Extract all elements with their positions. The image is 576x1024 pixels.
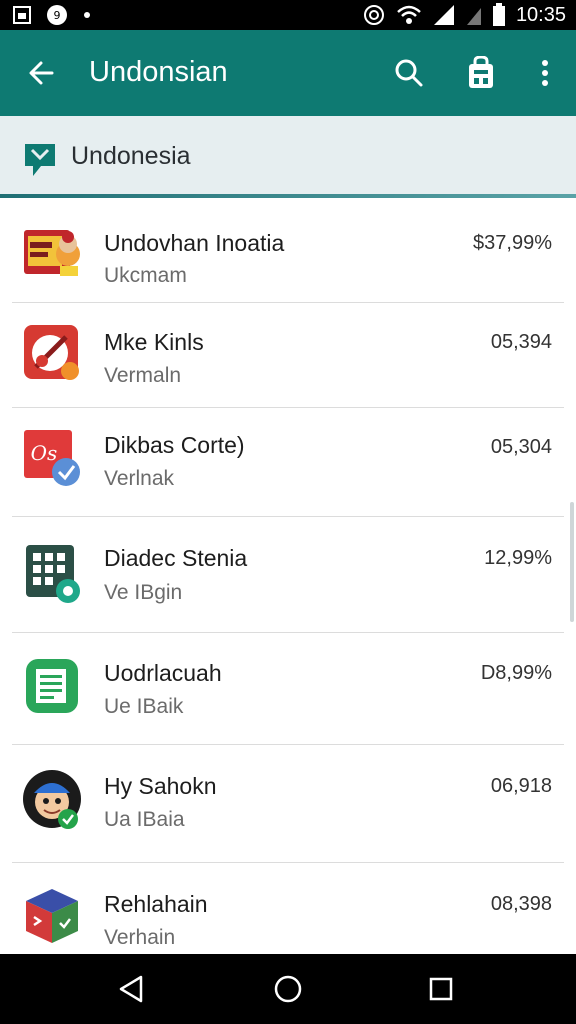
back-arrow-icon [29, 61, 54, 85]
category-title: Undonesia [71, 142, 191, 170]
list-item[interactable]: Rehlahain Verhain 08,398 [0, 863, 576, 954]
item-name: Uodrlacuah [104, 660, 222, 686]
item-value: $37,99% [473, 232, 552, 254]
svg-text:9: 9 [54, 9, 61, 22]
list-item[interactable]: Diadec Stenia Ve IBgin 12,99% [0, 517, 576, 633]
item-name: Rehlahain [104, 891, 208, 917]
search-button[interactable] [386, 50, 432, 96]
sync-notification-icon: 9 [47, 5, 67, 25]
status-bar: 9 10:35 [0, 0, 576, 30]
svg-text:Os: Os [31, 441, 58, 465]
header-divider [0, 194, 576, 198]
item-value: 05,394 [490, 331, 552, 353]
item-value: 05,304 [490, 436, 552, 458]
nav-recents-icon [429, 977, 453, 1001]
nav-home-icon [274, 975, 302, 1003]
scrollbar[interactable] [570, 502, 574, 622]
clock-time: 10:35 [515, 3, 566, 26]
avatar-face-icon [22, 769, 84, 831]
signal-2-icon [466, 8, 481, 25]
office-badge-icon: Os [22, 428, 84, 490]
item-subtitle: Ukcmam [104, 264, 187, 287]
nav-back-icon [119, 975, 143, 1003]
list-item[interactable]: Uodrlacuah Ue IBaik D8,99% [0, 633, 576, 745]
item-name: Undovhan Inoatia [104, 230, 285, 256]
item-subtitle: Vermaln [104, 364, 182, 387]
more-options-button[interactable] [522, 50, 568, 96]
navigation-bar [0, 954, 576, 1024]
item-subtitle: Ua IBaia [104, 808, 185, 831]
list-item[interactable]: Hy Sahokn Ua IBaia 06,918 [0, 745, 576, 863]
item-value: 12,99% [484, 547, 552, 569]
document-icon [22, 657, 84, 719]
item-value: 08,398 [490, 893, 552, 915]
item-subtitle: Ve IBgin [104, 581, 183, 604]
cube-icon [22, 887, 84, 949]
item-name: Dikbas Corte) [104, 432, 245, 458]
item-name: Diadec Stenia [104, 545, 248, 571]
app-list: Undovhan Inoatia Ukcmam $37,99% Mke Kinl… [0, 202, 576, 954]
item-subtitle: Verhain [104, 926, 176, 949]
image-notification-icon [13, 6, 31, 24]
hotspot-icon [363, 5, 384, 25]
wifi-icon [397, 5, 421, 24]
item-name: Mke Kinls [104, 329, 204, 355]
back-button[interactable] [18, 50, 64, 96]
item-subtitle: Verlnak [104, 467, 175, 490]
signal-icon [433, 5, 454, 25]
category-header: Undonesia [0, 116, 576, 198]
nav-home-button[interactable] [263, 966, 313, 1012]
search-icon [395, 59, 423, 87]
calculator-grid-icon [22, 543, 84, 605]
battery-icon [492, 3, 505, 26]
app-bar-title: Undonsian [89, 56, 228, 88]
list-item[interactable]: Undovhan Inoatia Ukcmam $37,99% [0, 202, 576, 303]
music-guitar-icon [22, 323, 84, 385]
more-vert-icon [542, 60, 548, 86]
toy-box-icon [22, 222, 84, 284]
app-bar: Undonsian [0, 30, 576, 116]
item-name: Hy Sahokn [104, 773, 217, 799]
item-value: 06,918 [490, 775, 552, 797]
item-value: D8,99% [480, 662, 552, 684]
item-subtitle: Ue IBaik [104, 695, 184, 718]
list-item[interactable]: Mke Kinls Vermaln 05,394 [0, 303, 576, 408]
nav-recents-button[interactable] [416, 966, 466, 1012]
store-bag-icon [469, 56, 493, 88]
chat-bubble-icon [25, 144, 55, 176]
store-button[interactable] [458, 50, 504, 96]
dot-notification-icon [84, 12, 90, 18]
nav-back-button[interactable] [106, 966, 156, 1012]
list-item[interactable]: Os Dikbas Corte) Verlnak 05,304 [0, 408, 576, 517]
